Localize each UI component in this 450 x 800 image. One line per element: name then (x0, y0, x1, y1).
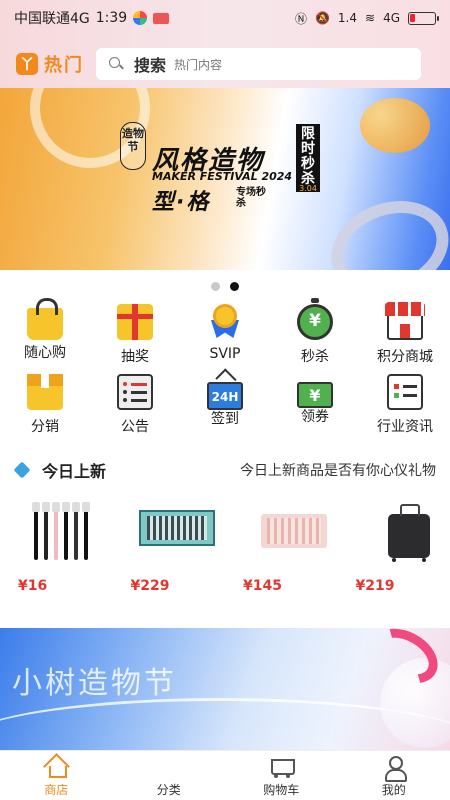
tab-store[interactable]: 商店 (0, 751, 113, 800)
grid-item-suixingou[interactable]: 随心购 (0, 298, 90, 370)
category-icon (156, 755, 182, 779)
message-notification-icon (153, 12, 170, 24)
grid-label: 公告 (121, 419, 149, 435)
gift-icon (117, 304, 153, 340)
product-price: ¥219 (355, 578, 395, 594)
grid-label: SVIP (209, 346, 241, 362)
banner-subtitle: MAKER FESTIVAL 2024 (152, 170, 293, 183)
tab-label: 我的 (381, 783, 406, 797)
grid-label: 秒杀 (301, 349, 329, 365)
carousel-dot-active[interactable] (230, 282, 239, 291)
shopping-bag-icon (27, 298, 63, 340)
profile-icon (381, 755, 407, 782)
promo-banner[interactable]: 造物节 风格造物 MAKER FESTIVAL 2024 型·格 专场秒杀 限时… (0, 88, 450, 270)
grid-label: 随心购 (24, 345, 66, 361)
cart-icon (268, 755, 296, 779)
grid-label: 行业资讯 (377, 419, 433, 435)
new-today-header: 今日上新 今日上新商品是否有你心仪礼物 (13, 458, 436, 482)
hot-label[interactable]: 热门 (44, 51, 84, 77)
product-price: ¥229 (130, 578, 170, 594)
decor-blob (360, 98, 430, 153)
carrier-text: 中国联通4G (14, 11, 90, 27)
search-placeholder: 热门内容 (174, 57, 223, 72)
grid-item-flash-sale[interactable]: 秒杀 (270, 298, 360, 370)
toothbrush-image (6, 490, 113, 570)
net-speed: 1.4 (337, 11, 357, 25)
festival-badge: 造物节 (120, 122, 146, 170)
flash-sale-date: 3.04 (299, 184, 317, 193)
store-icon (385, 302, 425, 340)
app-notification-icon (133, 11, 148, 25)
tab-profile[interactable]: 我的 (338, 751, 450, 800)
tab-category[interactable]: 分类 (113, 751, 226, 800)
feature-grid: 随心购 抽奖 SVIP 秒杀 积分商城 分销 (0, 298, 450, 440)
carousel-dots (0, 282, 450, 291)
section-title: 今日上新 (42, 462, 107, 481)
screen: 中国联通4G 1:39 Ⓝ 🔕 1.4 ≋ 4G 丫 热门 搜索 热门内容 造物… (0, 0, 450, 800)
mute-icon: 🔕 (314, 11, 330, 25)
news-icon (387, 374, 423, 410)
grid-item-notice[interactable]: 公告 (90, 370, 180, 440)
tag-icon (13, 461, 31, 479)
grid-item-lottery[interactable]: 抽奖 (90, 300, 180, 370)
coupon-icon (297, 382, 333, 408)
grid-item-sign-in[interactable]: 签到 (180, 370, 270, 440)
top-header: 丫 热门 搜索 热门内容 (0, 46, 450, 82)
grid-label: 积分商城 (377, 349, 433, 365)
search-input[interactable]: 搜索 热门内容 (96, 48, 421, 80)
home-icon (43, 755, 69, 779)
wifi-icon: ≋ (365, 11, 376, 25)
grid-item-points-mall[interactable]: 积分商城 (360, 300, 450, 370)
product-list: ¥16 ¥229 ¥145 ¥219 (0, 490, 450, 594)
tab-cart[interactable]: 购物车 (225, 751, 338, 800)
luggage-image (344, 490, 450, 570)
product-card[interactable]: ¥16 (6, 490, 113, 594)
status-bar: 中国联通4G 1:39 Ⓝ 🔕 1.4 ≋ 4G (0, 0, 450, 36)
app-logo-icon: 丫 (16, 53, 38, 75)
grid-item-coupon[interactable]: 领券 (270, 370, 360, 440)
grid-label: 领券 (301, 409, 329, 425)
banner-title-secondary: 型·格 (152, 190, 211, 215)
notice-icon (117, 374, 153, 410)
grid-item-svip[interactable]: SVIP (180, 300, 270, 370)
signal-text: 4G (383, 11, 400, 25)
nfc-icon: Ⓝ (294, 11, 307, 26)
search-label: 搜索 (134, 56, 167, 75)
festival-banner[interactable]: 小树造物节 (0, 628, 450, 750)
product-price: ¥16 (18, 578, 48, 594)
grid-item-distribution[interactable]: 分销 (0, 370, 90, 440)
grid-label: 分销 (31, 419, 59, 435)
product-price: ¥145 (243, 578, 282, 594)
grid-label: 签到 (211, 411, 239, 427)
medal-icon (207, 304, 243, 340)
grid-label: 抽奖 (121, 349, 149, 365)
battery-icon (408, 11, 439, 25)
decor-ring (318, 185, 450, 270)
brush-set-image (119, 490, 226, 570)
flash-sale-tag: 限时秒杀 (296, 124, 320, 192)
pink-brush-set-image (231, 490, 338, 570)
tab-label: 商店 (44, 783, 69, 797)
stopwatch-icon (297, 298, 333, 340)
carousel-dot[interactable] (211, 282, 220, 291)
festival-banner-title: 小树造物节 (12, 666, 177, 701)
search-icon (108, 56, 124, 72)
bottom-tabbar: 商店 分类 购物车 我的 (0, 750, 450, 800)
section-subtitle[interactable]: 今日上新商品是否有你心仪礼物 (240, 460, 436, 480)
banner-title-side: 专场秒杀 (236, 187, 266, 209)
product-card[interactable]: ¥229 (119, 490, 226, 594)
tab-label: 购物车 (263, 783, 300, 797)
product-card[interactable]: ¥219 (344, 490, 450, 594)
time-text: 1:39 (95, 10, 128, 26)
tab-label: 分类 (156, 783, 181, 797)
product-card[interactable]: ¥145 (231, 490, 338, 594)
grid-item-news[interactable]: 行业资讯 (360, 370, 450, 440)
sign-in-icon (207, 382, 243, 410)
box-icon (27, 374, 63, 410)
